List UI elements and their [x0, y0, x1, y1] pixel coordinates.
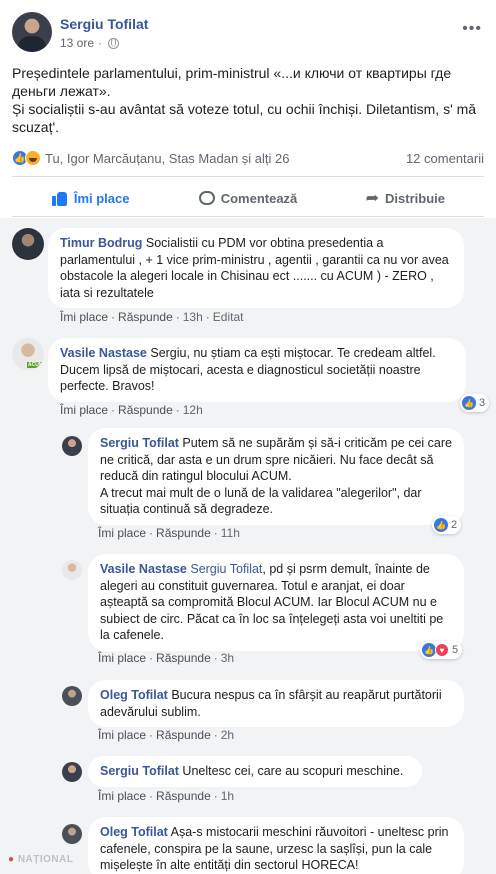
comment-like-link[interactable]: Îmi place — [60, 310, 108, 324]
reply-reactions[interactable]: 👍 ♥ 5 — [420, 641, 463, 659]
reply-like-link[interactable]: Îmi place — [98, 526, 146, 540]
comment-author[interactable]: Vasile Nastase — [60, 346, 147, 360]
comment-actions: Îmi place · Răspunde · 12h — [60, 403, 203, 417]
reply-actions: Îmi place · Răspunde · 11h — [98, 526, 240, 540]
comment-reply-link[interactable]: Răspunde — [118, 310, 173, 324]
reactions-text[interactable]: Tu, Igor Marcăuțanu, Stas Madan și alți … — [45, 151, 289, 166]
post-text: Președintele parlamentului, prim-ministr… — [12, 64, 484, 136]
comment-label: Comentează — [220, 190, 298, 206]
reply-bubble: Sergiu Tofilat Uneltesc cei, care au sco… — [88, 756, 422, 787]
avatar[interactable] — [62, 436, 82, 456]
reactions-summary: 👍 Tu, Igor Marcăuțanu, Stas Madan și alț… — [12, 148, 484, 168]
post-time[interactable]: 13 ore — [60, 36, 94, 50]
reply-time[interactable]: 3h — [221, 651, 234, 665]
post-actions: Îmi place Comentează ➦ Distribuie — [12, 182, 484, 214]
acum-badge: ACUM — [27, 362, 44, 368]
comment-like-link[interactable]: Îmi place — [60, 403, 108, 417]
globe-icon[interactable] — [108, 37, 120, 49]
divider — [12, 176, 484, 177]
watermark-text: NAȚIONAL — [17, 854, 74, 865]
post-text-line: Președintele parlamentului, prim-ministr… — [12, 65, 452, 99]
reply-author[interactable]: Vasile Nastase — [100, 562, 187, 576]
comment-actions: Îmi place · Răspunde · 13h · Editat — [60, 310, 244, 324]
comment-button[interactable]: Comentează — [169, 182, 326, 214]
reply-text: Uneltesc cei, care au scopuri meschine. — [182, 764, 404, 778]
reply-reply-link[interactable]: Răspunde — [156, 651, 211, 665]
reaction-count: 5 — [452, 644, 459, 656]
reply-reply-link[interactable]: Răspunde — [156, 789, 211, 803]
comment-bubble: Timur Bodrug Socialistii cu PDM vor obti… — [48, 228, 464, 308]
love-reaction-icon: ♥ — [435, 643, 449, 657]
reply-time[interactable]: 2h — [221, 728, 234, 742]
reply-author[interactable]: Oleg Tofilat — [100, 688, 168, 702]
reply-mention[interactable]: Sergiu Tofilat — [190, 562, 262, 576]
reply-author[interactable]: Sergiu Tofilat — [100, 436, 179, 450]
like-reaction-icon: 👍 — [422, 643, 436, 657]
watermark-logo: ● NAȚIONAL — [8, 854, 74, 865]
post-author-name[interactable]: Sergiu Tofilat — [60, 16, 148, 32]
like-reaction-icon: 👍 — [462, 396, 476, 410]
reaction-icons[interactable]: 👍 — [12, 150, 41, 166]
reply-text: A trecut mai mult de o lună de la valida… — [100, 485, 422, 517]
comment-reactions[interactable]: 👍 3 — [460, 394, 490, 412]
comment-reply-link[interactable]: Răspunde — [118, 403, 173, 417]
reaction-count: 3 — [479, 397, 486, 409]
avatar[interactable] — [62, 762, 82, 782]
comment-author[interactable]: Timur Bodrug — [60, 236, 142, 250]
author-avatar[interactable] — [12, 12, 52, 52]
reply-reply-link[interactable]: Răspunde — [156, 526, 211, 540]
reply-reply-link[interactable]: Răspunde — [156, 728, 211, 742]
more-icon[interactable]: ••• — [462, 20, 482, 38]
avatar[interactable]: ACUM — [12, 338, 44, 370]
reaction-count: 2 — [451, 519, 458, 531]
reply-actions: Îmi place · Răspunde · 1h — [98, 789, 235, 803]
like-button[interactable]: Îmi place — [12, 182, 169, 214]
reply-time[interactable]: 11h — [221, 526, 240, 540]
share-label: Distribuie — [385, 190, 445, 206]
avatar[interactable] — [12, 228, 44, 260]
post-header: Sergiu Tofilat 13 ore · ••• — [12, 12, 484, 56]
reply-bubble: Oleg Tofilat Așa-s mistocarii meschini r… — [88, 817, 464, 874]
reply-like-link[interactable]: Îmi place — [98, 651, 146, 665]
reply-author[interactable]: Sergiu Tofilat — [100, 764, 179, 778]
reply-bubble: Oleg Tofilat Bucura nespus ca în sfârșit… — [88, 680, 464, 727]
comment-bubble: Vasile Nastase Sergiu, nu știam ca ești … — [48, 338, 466, 402]
thumbs-up-icon — [51, 190, 68, 206]
reply-actions: Îmi place · Răspunde · 2h — [98, 728, 235, 742]
reply-time[interactable]: 1h — [221, 789, 234, 803]
post-text-line: Și socialiștii s-au avântat să voteze to… — [12, 101, 477, 135]
comment-time[interactable]: 13h — [183, 310, 203, 324]
avatar[interactable] — [62, 686, 82, 706]
divider — [12, 216, 484, 217]
share-button[interactable]: ➦ Distribuie — [327, 182, 484, 214]
reply-bubble: Sergiu Tofilat Putem să ne supărăm și să… — [88, 428, 464, 525]
like-reaction-icon: 👍 — [434, 518, 448, 532]
share-icon: ➦ — [365, 190, 380, 207]
post-meta: 13 ore · — [60, 36, 120, 50]
reply-actions: Îmi place · Răspunde · 3h — [98, 651, 235, 665]
comment-edited[interactable]: Editat — [213, 310, 244, 324]
comment-icon — [198, 191, 215, 205]
comments-count[interactable]: 12 comentarii — [406, 151, 484, 166]
reply-like-link[interactable]: Îmi place — [98, 728, 146, 742]
reply-like-link[interactable]: Îmi place — [98, 789, 146, 803]
avatar[interactable] — [62, 560, 82, 580]
avatar[interactable] — [62, 824, 82, 844]
comment-time[interactable]: 12h — [183, 403, 203, 417]
reply-author[interactable]: Oleg Tofilat — [100, 825, 168, 839]
reply-reactions[interactable]: 👍 2 — [432, 516, 462, 534]
like-label: Îmi place — [73, 190, 130, 206]
haha-reaction-icon — [25, 150, 41, 166]
reply-bubble: Vasile Nastase Sergiu Tofilat, pd și psr… — [88, 554, 464, 651]
